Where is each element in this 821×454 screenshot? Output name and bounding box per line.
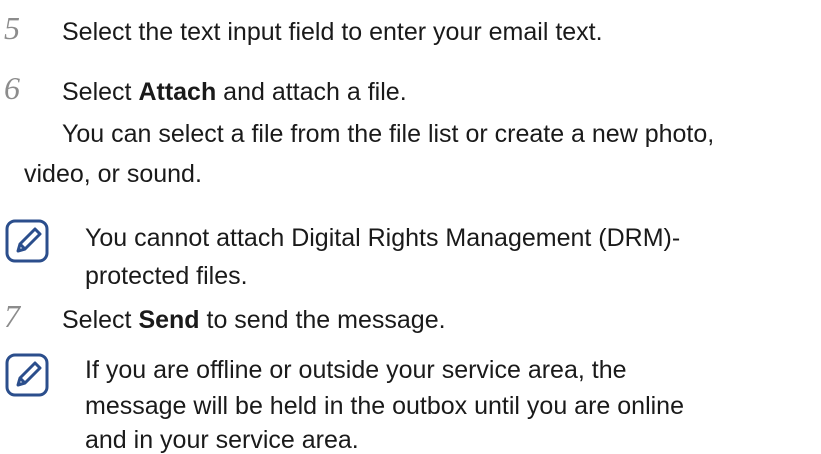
step-7-pre: Select — [62, 306, 139, 334]
step-6-text: Select Attach and attach a file. — [62, 80, 407, 105]
attach-label: Attach — [138, 78, 217, 106]
send-label: Send — [138, 306, 200, 334]
step-number-7: 7 — [4, 298, 20, 334]
step-6-sub-line-1: You can select a file from the file list… — [62, 120, 715, 148]
note-1-line-1: You cannot attach Digital Rights Managem… — [85, 224, 681, 252]
step-number-6: 6 — [4, 70, 20, 106]
step-6-post: and attach a file. — [216, 78, 407, 106]
step-7-text: Select Send to send the message. — [62, 308, 446, 333]
manual-page: 5 Select the text input field to enter y… — [0, 0, 821, 453]
step-7-post: to send the message. — [199, 306, 446, 334]
note-pencil-icon — [5, 219, 49, 263]
note-1-line-2: protected files. — [85, 262, 248, 290]
step-6-pre: Select — [62, 78, 139, 106]
step-6-sub-line-2: video, or sound. — [24, 160, 202, 188]
note-2-line-2: message will be held in the outbox until… — [85, 392, 684, 420]
step-5-text: Select the text input field to enter you… — [62, 18, 603, 46]
note-2-line-1: If you are offline or outside your servi… — [85, 356, 627, 384]
step-number-5: 5 — [4, 10, 20, 46]
note-pencil-icon — [5, 353, 49, 397]
note-2-line-3: and in your service area. — [85, 426, 359, 454]
